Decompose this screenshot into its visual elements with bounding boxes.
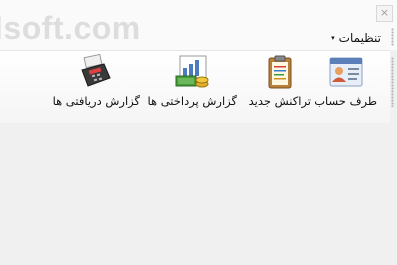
clipboard-icon xyxy=(262,54,298,90)
settings-menu-label: تنظیمات xyxy=(338,31,381,45)
receipts-report-button[interactable]: گزارش دریافتی ها xyxy=(53,54,140,116)
app-window: lsoft.com × ▾ تنظیمات طرف حساب تراکنش جد… xyxy=(0,0,397,265)
payments-report-label: گزارش پرداختی ها xyxy=(147,94,237,108)
card-reader-icon xyxy=(78,54,114,90)
payments-report-button[interactable]: گزارش پرداختی ها xyxy=(147,54,237,116)
close-icon: × xyxy=(379,6,390,19)
account-party-label: طرف حساب xyxy=(314,94,377,108)
account-party-button[interactable]: طرف حساب xyxy=(314,54,377,116)
close-button[interactable]: × xyxy=(376,5,393,22)
chevron-down-icon: ▾ xyxy=(331,34,335,42)
gripper-icon[interactable] xyxy=(391,28,394,46)
receipts-report-label: گزارش دریافتی ها xyxy=(52,94,140,108)
watermark-text: lsoft.com xyxy=(0,10,141,46)
money-chart-icon xyxy=(174,54,210,90)
new-transaction-label: تراکنش جدید xyxy=(248,94,311,108)
new-transaction-button[interactable]: تراکنش جدید xyxy=(249,54,311,116)
contact-card-icon xyxy=(328,54,364,90)
toolbar-gripper-icon[interactable] xyxy=(391,57,394,107)
settings-menu[interactable]: ▾ تنظیمات xyxy=(331,30,381,46)
